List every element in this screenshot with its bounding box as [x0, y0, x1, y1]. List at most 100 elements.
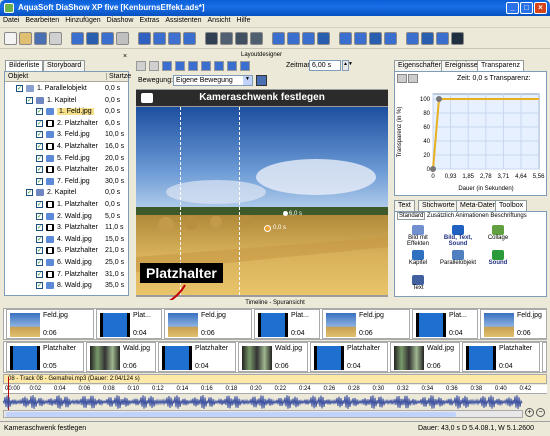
toolbar-button-icon[interactable]: [369, 32, 382, 45]
time-ruler[interactable]: 00:00 0:02 0:04 0:06 0:08 0:10 0:12 0:14 0:16 0:1…: [3, 385, 547, 394]
zoom-out-icon[interactable]: −: [536, 408, 545, 417]
toolbar-button-icon[interactable]: [116, 32, 129, 45]
bewegung-select[interactable]: Eigene Bewegung ▼: [173, 75, 253, 86]
zeitmarke-input[interactable]: 6,00 s: [309, 60, 341, 71]
toolbar-button-icon[interactable]: [101, 32, 114, 45]
subtab-beschriftung[interactable]: Beschriftungs: [490, 213, 526, 219]
designer-tool-icon[interactable]: [136, 61, 146, 71]
toolbar-button-icon[interactable]: [220, 32, 233, 45]
col-objekt[interactable]: Objekt: [8, 73, 28, 80]
add-keyframe-icon[interactable]: [397, 74, 407, 83]
subtab-zusaetzlich[interactable]: Zusätzlich: [427, 213, 454, 219]
checkbox-icon[interactable]: ✓: [36, 108, 43, 116]
scrollbar-thumb[interactable]: [6, 412, 456, 417]
tree-row[interactable]: ✓ 6. Wald.jpg 25,0 s: [5, 257, 129, 269]
tab-transparenz[interactable]: Transparenz: [477, 60, 525, 71]
timeline-clip[interactable]: Platzhalter 0:04: [310, 342, 388, 372]
designer-tool-icon[interactable]: [149, 61, 159, 71]
designer-tool-icon[interactable]: [188, 61, 198, 71]
tab-ereignisse[interactable]: Ereignisse: [441, 60, 482, 71]
motion-point-end[interactable]: [283, 211, 288, 216]
toolbar-button-icon[interactable]: [183, 32, 196, 45]
timeline-clip[interactable]: Wald.jpg0:06: [86, 342, 156, 372]
menu-datei[interactable]: Datei: [0, 16, 22, 25]
checkbox-icon[interactable]: ✓: [36, 270, 43, 278]
menu-bearbeiten[interactable]: Bearbeiten: [22, 16, 62, 25]
checkbox-icon[interactable]: ✓: [36, 235, 43, 243]
timeline-clip[interactable]: Feld.jpg 0:06: [6, 309, 94, 339]
keyframe-start[interactable]: [430, 166, 436, 172]
transparency-chart[interactable]: 100 80 60 40 20 00 0,93 1,85 2,78 3,71 4,64 5,56 Tr…: [395, 84, 547, 194]
checkbox-icon[interactable]: ✓: [36, 119, 43, 127]
timeline-clip[interactable]: Wald.jpg0:06: [238, 342, 308, 372]
toolbar-button-icon[interactable]: [436, 32, 449, 45]
tree-row[interactable]: ✓ 2. Platzhalter 6,0 s: [5, 118, 129, 130]
zeitmarke-spinner[interactable]: ▲▼: [342, 60, 353, 71]
tree-row[interactable]: ✓ 1. Platzhalter 0,0 s: [5, 199, 129, 211]
tab-bilderliste[interactable]: Bilderliste: [5, 60, 44, 71]
toolbox-item[interactable]: Parallelobjekt: [439, 250, 477, 274]
timeline-clip[interactable]: Platzhalter 0:04: [158, 342, 236, 372]
timeline-clip[interactable]: Feld.jpg 0:06: [164, 309, 252, 339]
toolbar-button-icon[interactable]: [168, 32, 181, 45]
timeline-clip[interactable]: Platzhalter 0:05: [6, 342, 84, 372]
tab-toolbox[interactable]: Toolbox: [495, 200, 528, 211]
timeline-clip[interactable]: Wald.jpg0:06: [390, 342, 460, 372]
tree-row[interactable]: ✓ 7. Platzhalter 31,0 s: [5, 269, 129, 281]
toolbar-button-icon[interactable]: [250, 32, 263, 45]
tab-text[interactable]: Text: [394, 200, 415, 211]
checkbox-icon[interactable]: ✓: [26, 96, 33, 104]
tree-row[interactable]: ✓ 6. Platzhalter 26,0 s: [5, 164, 129, 176]
checkbox-icon[interactable]: ✓: [16, 85, 23, 92]
designer-tool-icon[interactable]: [214, 61, 224, 71]
checkbox-icon[interactable]: ✓: [36, 282, 43, 290]
tree-row[interactable]: ✓ 1. Parallelobjekt 0,0 s: [5, 83, 129, 95]
tree-row[interactable]: ✓ 2. Wald.jpg 5,0 s: [5, 211, 129, 223]
toolbox-item[interactable]: Bild mit Effekten: [399, 225, 437, 249]
checkbox-icon[interactable]: ✓: [36, 166, 43, 174]
menu-hinzufuegen[interactable]: Hinzufügen: [62, 16, 103, 25]
checkbox-icon[interactable]: ✓: [36, 131, 43, 139]
designer-tool-icon[interactable]: [227, 61, 237, 71]
tab-storyboard[interactable]: Storyboard: [43, 60, 86, 71]
tree-row[interactable]: ✓ 2. Kapitel 0,0 s: [5, 187, 129, 199]
menu-hilfe[interactable]: Hilfe: [233, 16, 253, 25]
subtab-standard[interactable]: Standard: [397, 212, 426, 220]
menu-extras[interactable]: Extras: [136, 16, 162, 25]
timeline-scrollbar[interactable]: [3, 410, 523, 418]
toolbox-item[interactable]: Text: [399, 275, 437, 299]
toolbar-button-icon[interactable]: [19, 32, 32, 45]
menu-diashow[interactable]: Diashow: [104, 16, 137, 25]
close-button[interactable]: ×: [534, 2, 547, 14]
tab-meta-daten[interactable]: Meta-Daten: [456, 200, 501, 211]
checkbox-icon[interactable]: ✓: [26, 189, 33, 197]
delete-keyframe-icon[interactable]: [408, 74, 418, 83]
timeline-clip[interactable]: Platzhalter 0:04: [462, 342, 540, 372]
tab-stichworte[interactable]: Stichworte: [418, 200, 459, 211]
col-startzeit[interactable]: Startze: [106, 73, 131, 80]
menu-assistenten[interactable]: Assistenten: [162, 16, 204, 25]
tree-row[interactable]: ✓ 4. Platzhalter 16,0 s: [5, 141, 129, 153]
toolbar-button-icon[interactable]: [153, 32, 166, 45]
toolbar-button-icon[interactable]: [302, 32, 315, 45]
minimize-button[interactable]: _: [506, 2, 519, 14]
tree-row[interactable]: ✓ 3. Platzhalter 11,0 s: [5, 222, 129, 234]
save-icon[interactable]: [256, 75, 267, 86]
toolbar-button-icon[interactable]: [34, 32, 47, 45]
toolbox-item[interactable]: Bild, Text, Sound: [439, 225, 477, 249]
tree-row[interactable]: ✓ 1. Kapitel 0,0 s: [5, 95, 129, 107]
toolbox-item[interactable]: Sound: [479, 250, 517, 274]
toolbar-button-icon[interactable]: [421, 32, 434, 45]
tree-row[interactable]: ✓ 4. Wald.jpg 15,0 s: [5, 234, 129, 246]
motion-point-start[interactable]: [264, 225, 271, 232]
tree-row[interactable]: ✓ 5. Platzhalter 21,0 s: [5, 245, 129, 257]
close-icon[interactable]: ×: [123, 53, 127, 60]
toolbar-button-icon[interactable]: [339, 32, 352, 45]
toolbar-button-icon[interactable]: [138, 32, 151, 45]
tree-row[interactable]: ✓ 3. Feld.jpg 10,0 s: [5, 129, 129, 141]
timeline-clip[interactable]: Wald.jpg0:06: [542, 342, 546, 372]
toolbar-button-icon[interactable]: [451, 32, 464, 45]
designer-tool-icon[interactable]: [162, 61, 172, 71]
timeline-clip[interactable]: Plat... 0:04: [254, 309, 320, 339]
tree-row[interactable]: ✓ 5. Feld.jpg 20,0 s: [5, 153, 129, 165]
